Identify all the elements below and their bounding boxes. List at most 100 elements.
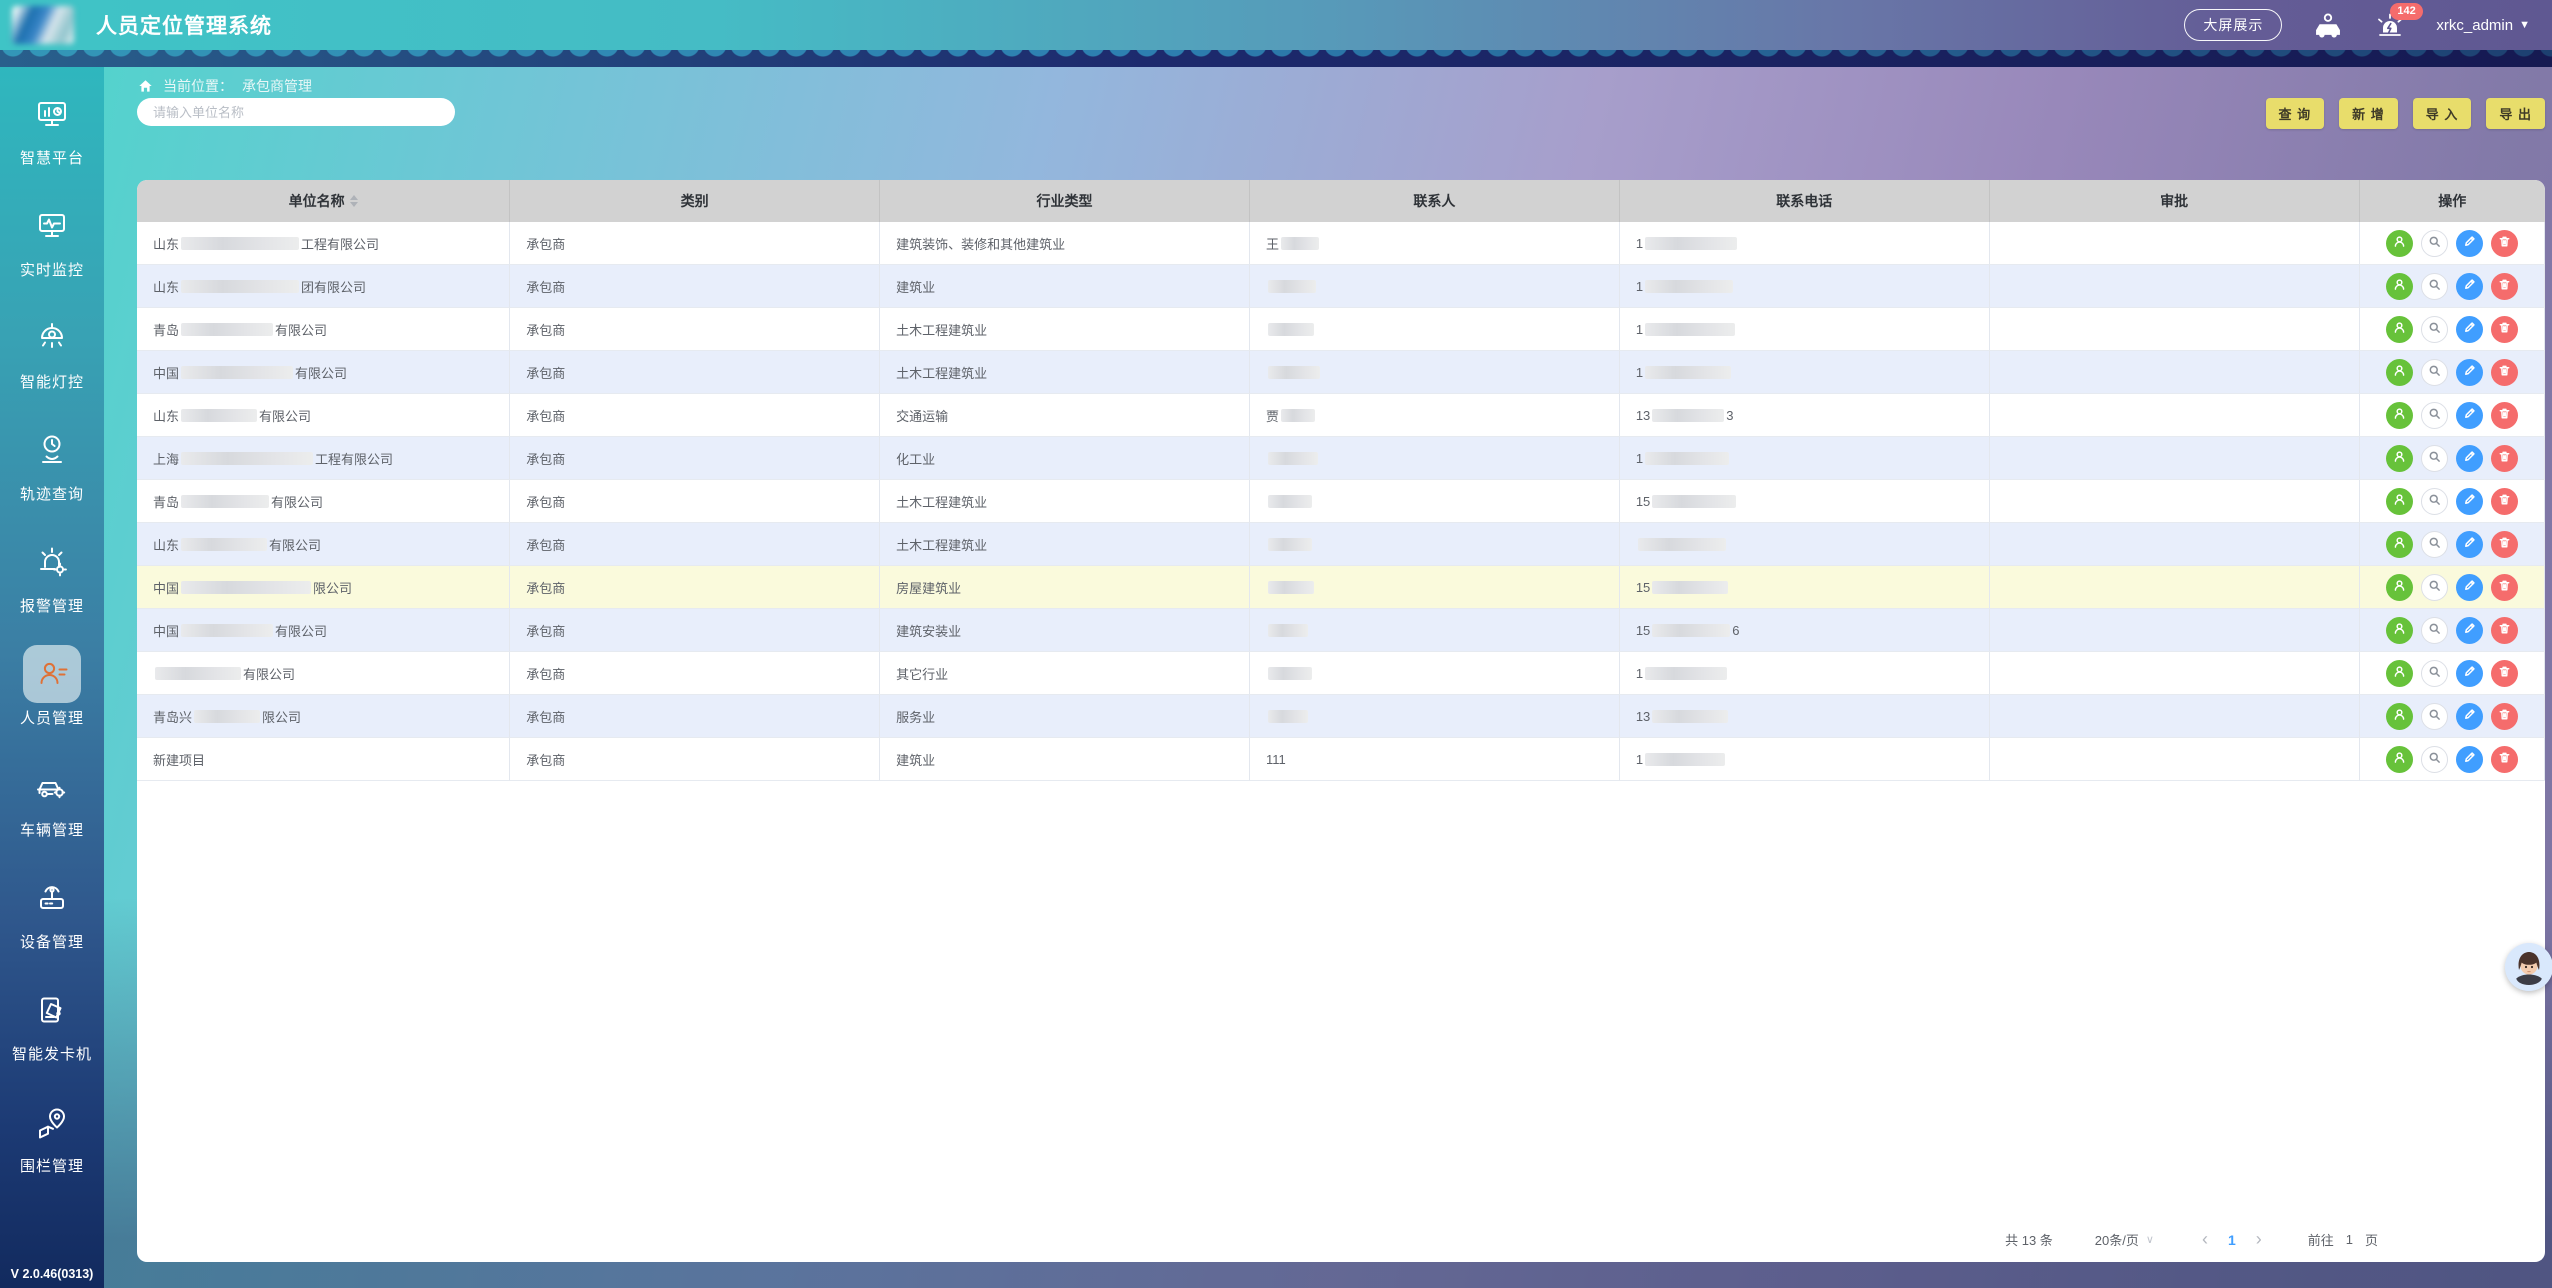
current-page[interactable]: 1 <box>2222 1232 2242 1248</box>
view-detail-button[interactable] <box>2421 660 2448 687</box>
table-row[interactable]: 青岛有限公司承包商土木工程建筑业15 <box>137 480 2545 523</box>
sidebar-item-person[interactable]: 人员管理 <box>0 645 104 757</box>
column-header-3[interactable]: 联系人 <box>1250 180 1620 222</box>
view-personnel-button[interactable] <box>2386 574 2413 601</box>
sidebar-item-trajectory[interactable]: 轨迹查询 <box>0 421 104 533</box>
view-detail-button[interactable] <box>2421 316 2448 343</box>
column-header-1[interactable]: 类别 <box>510 180 880 222</box>
view-personnel-button[interactable] <box>2386 359 2413 386</box>
view-personnel-button[interactable] <box>2386 316 2413 343</box>
table-row[interactable]: 山东团有限公司承包商建筑业1 <box>137 265 2545 308</box>
page-size-select[interactable]: 20条/页 ∨ <box>2095 1230 2154 1249</box>
goto-page-input[interactable]: 1 <box>2346 1232 2353 1247</box>
column-header-5[interactable]: 审批 <box>1990 180 2360 222</box>
delete-button[interactable] <box>2491 402 2518 429</box>
prev-page-button[interactable]: ‹ <box>2188 1229 2222 1250</box>
edit-button[interactable] <box>2456 359 2483 386</box>
edit-button[interactable] <box>2456 402 2483 429</box>
view-detail-button[interactable] <box>2421 703 2448 730</box>
table-row[interactable]: 有限公司承包商其它行业1 <box>137 652 2545 695</box>
view-detail-button[interactable] <box>2421 531 2448 558</box>
delete-button[interactable] <box>2491 703 2518 730</box>
edit-button[interactable] <box>2456 230 2483 257</box>
edit-button[interactable] <box>2456 445 2483 472</box>
delete-button[interactable] <box>2491 316 2518 343</box>
assistant-avatar[interactable] <box>2505 943 2552 991</box>
add-button[interactable]: 新 增 <box>2339 98 2398 129</box>
column-header-0[interactable]: 单位名称 <box>137 180 510 222</box>
table-row[interactable]: 青岛兴限公司承包商服务业13 <box>137 695 2545 738</box>
view-detail-button[interactable] <box>2421 445 2448 472</box>
column-header-6[interactable]: 操作 <box>2360 180 2545 222</box>
delete-button[interactable] <box>2491 273 2518 300</box>
delete-button[interactable] <box>2491 230 2518 257</box>
delete-button[interactable] <box>2491 531 2518 558</box>
view-detail-button[interactable] <box>2421 488 2448 515</box>
search-input[interactable] <box>137 98 455 126</box>
delete-button[interactable] <box>2491 574 2518 601</box>
user-menu[interactable]: xrkc_admin ▼ <box>2436 17 2530 34</box>
next-page-button[interactable]: › <box>2242 1229 2276 1250</box>
vehicle-monitor-icon[interactable] <box>2312 12 2344 39</box>
view-detail-button[interactable] <box>2421 617 2448 644</box>
sidebar-item-fence[interactable]: 围栏管理 <box>0 1093 104 1205</box>
view-detail-button[interactable] <box>2421 746 2448 773</box>
view-detail-button[interactable] <box>2421 574 2448 601</box>
view-detail-button[interactable] <box>2421 402 2448 429</box>
table-row[interactable]: 中国限公司承包商房屋建筑业15 <box>137 566 2545 609</box>
sidebar-item-device[interactable]: 设备管理 <box>0 869 104 981</box>
table-row[interactable]: 青岛有限公司承包商土木工程建筑业1 <box>137 308 2545 351</box>
edit-button[interactable] <box>2456 531 2483 558</box>
delete-button[interactable] <box>2491 660 2518 687</box>
column-header-4[interactable]: 联系电话 <box>1620 180 1990 222</box>
sidebar-item-alarm[interactable]: 报警管理 <box>0 533 104 645</box>
edit-button[interactable] <box>2456 574 2483 601</box>
alarm-notification-icon[interactable]: 142 <box>2374 12 2406 39</box>
delete-button[interactable] <box>2491 746 2518 773</box>
sidebar-item-vehicle[interactable]: 车辆管理 <box>0 757 104 869</box>
view-detail-button[interactable] <box>2421 359 2448 386</box>
view-personnel-button[interactable] <box>2386 660 2413 687</box>
table-row[interactable]: 中国有限公司承包商建筑安装业156 <box>137 609 2545 652</box>
view-personnel-button[interactable] <box>2386 402 2413 429</box>
table-row[interactable]: 中国有限公司承包商土木工程建筑业1 <box>137 351 2545 394</box>
sidebar-item-realtime-monitor[interactable]: 实时监控 <box>0 197 104 309</box>
table-row[interactable]: 上海工程有限公司承包商化工业1 <box>137 437 2545 480</box>
view-personnel-button[interactable] <box>2386 531 2413 558</box>
delete-button[interactable] <box>2491 488 2518 515</box>
delete-button[interactable] <box>2491 617 2518 644</box>
edit-button[interactable] <box>2456 273 2483 300</box>
view-personnel-button[interactable] <box>2386 746 2413 773</box>
view-personnel-button[interactable] <box>2386 703 2413 730</box>
home-icon[interactable] <box>137 78 154 94</box>
edit-button[interactable] <box>2456 617 2483 644</box>
column-header-2[interactable]: 行业类型 <box>880 180 1250 222</box>
sidebar-item-smart-platform[interactable]: 智慧平台 <box>0 85 104 197</box>
view-detail-button[interactable] <box>2421 230 2448 257</box>
delete-button[interactable] <box>2491 359 2518 386</box>
view-personnel-button[interactable] <box>2386 617 2413 644</box>
edit-button[interactable] <box>2456 703 2483 730</box>
view-personnel-button[interactable] <box>2386 230 2413 257</box>
notification-badge: 142 <box>2390 3 2422 20</box>
sort-icon[interactable] <box>350 195 358 207</box>
table-row[interactable]: 山东有限公司承包商土木工程建筑业 <box>137 523 2545 566</box>
view-personnel-button[interactable] <box>2386 488 2413 515</box>
export-button[interactable]: 导 出 <box>2486 98 2545 129</box>
edit-button[interactable] <box>2456 746 2483 773</box>
edit-button[interactable] <box>2456 488 2483 515</box>
table-row[interactable]: 山东有限公司承包商交通运输贾133 <box>137 394 2545 437</box>
sidebar-item-card-machine[interactable]: 智能发卡机 <box>0 981 104 1093</box>
view-detail-button[interactable] <box>2421 273 2448 300</box>
view-personnel-button[interactable] <box>2386 445 2413 472</box>
big-screen-button[interactable]: 大屏展示 <box>2184 9 2282 41</box>
edit-button[interactable] <box>2456 660 2483 687</box>
query-button[interactable]: 查 询 <box>2266 98 2325 129</box>
table-row[interactable]: 山东工程有限公司承包商建筑装饰、装修和其他建筑业王1 <box>137 222 2545 265</box>
table-row[interactable]: 新建项目承包商建筑业1111 <box>137 738 2545 781</box>
edit-button[interactable] <box>2456 316 2483 343</box>
import-button[interactable]: 导 入 <box>2413 98 2472 129</box>
sidebar-item-smart-light[interactable]: 智能灯控 <box>0 309 104 421</box>
view-personnel-button[interactable] <box>2386 273 2413 300</box>
delete-button[interactable] <box>2491 445 2518 472</box>
